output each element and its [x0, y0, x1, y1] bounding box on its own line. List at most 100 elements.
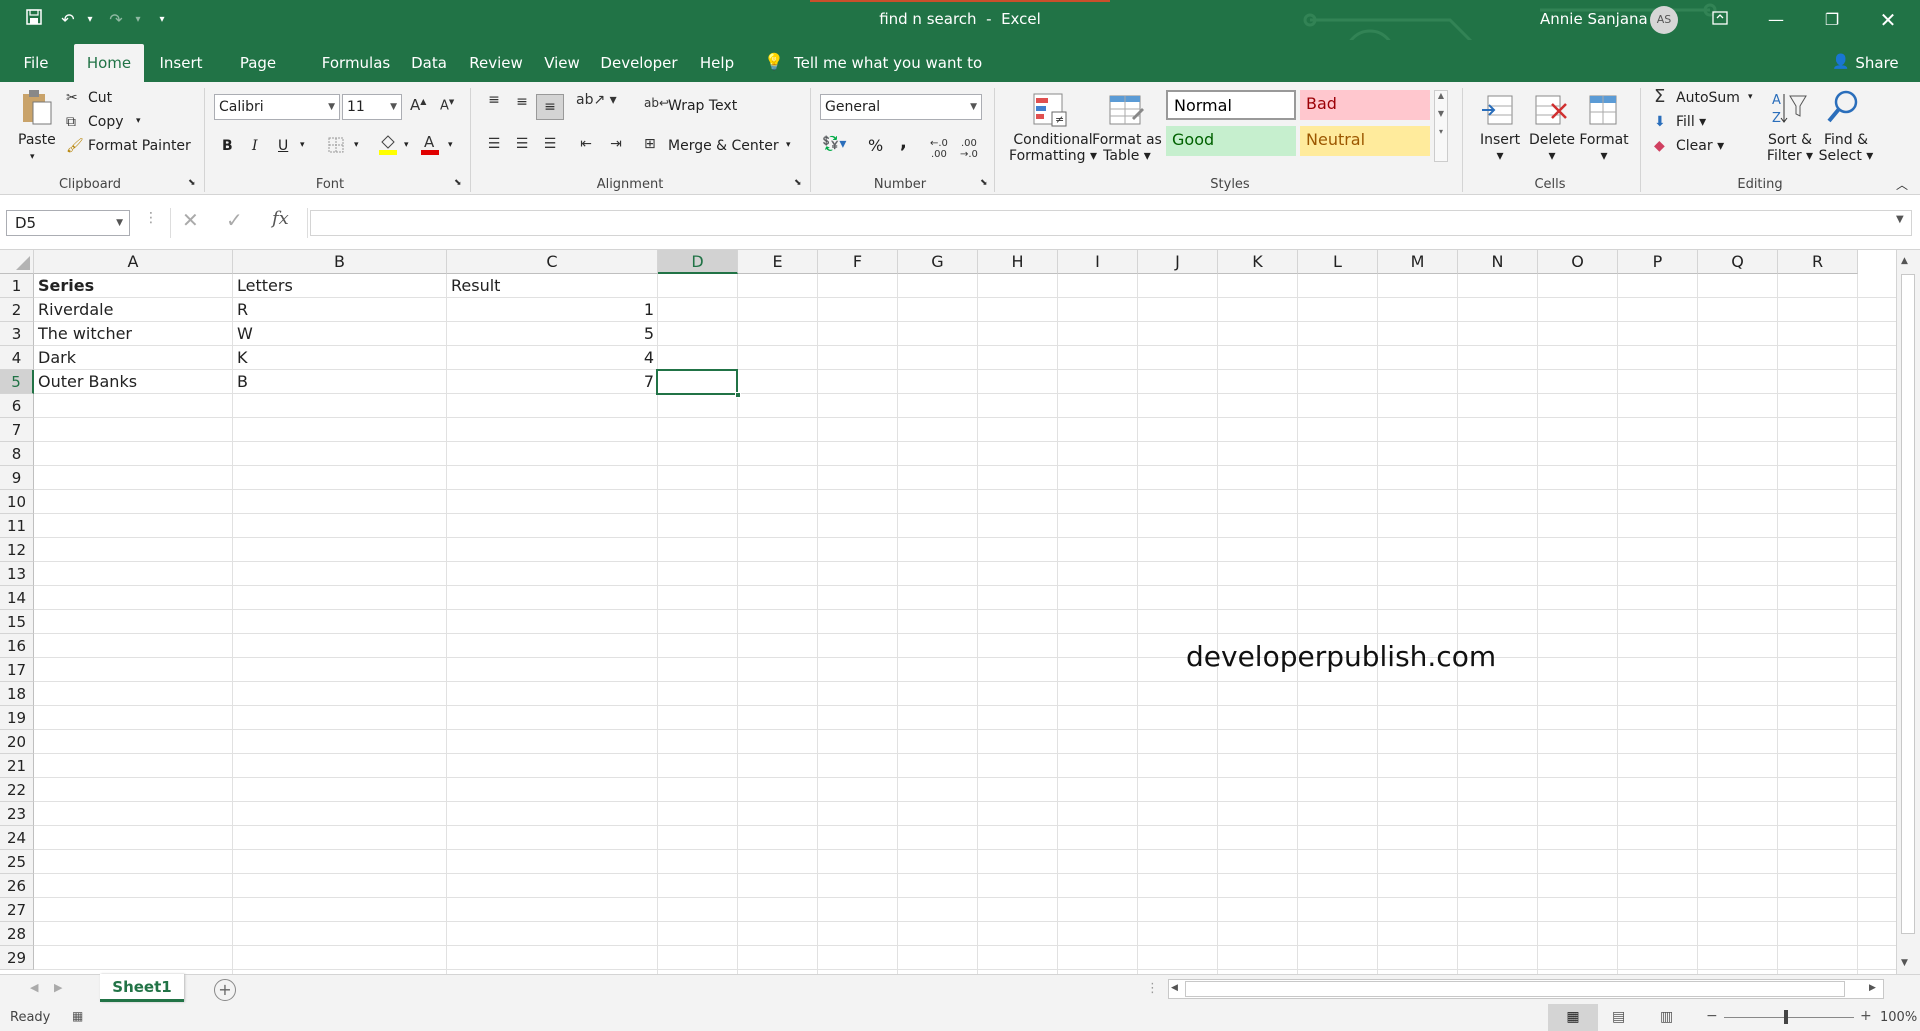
- select-all-corner[interactable]: [0, 250, 34, 274]
- autosum-dropdown-icon[interactable]: ▾: [1748, 92, 1753, 102]
- comma-button[interactable]: ,: [900, 132, 907, 153]
- row-header-7[interactable]: 7: [0, 418, 34, 442]
- underline-dropdown-icon[interactable]: ▾: [300, 140, 305, 150]
- style-normal[interactable]: Normal: [1166, 90, 1296, 120]
- cancel-edit-icon[interactable]: ✕: [182, 208, 199, 232]
- align-left-icon[interactable]: ☰: [482, 136, 506, 152]
- tell-me-search[interactable]: Tell me what you want to do: [794, 44, 994, 110]
- tab-formulas[interactable]: Formulas: [316, 44, 396, 82]
- row-header-3[interactable]: 3: [0, 322, 34, 346]
- tab-page-layout[interactable]: Page Layout: [212, 44, 304, 110]
- find-select-button[interactable]: Find & Select ▾: [1818, 132, 1874, 164]
- row-header-22[interactable]: 22: [0, 778, 34, 802]
- alignment-launcher-icon[interactable]: ⬊: [794, 178, 802, 188]
- column-header-b[interactable]: B: [233, 250, 447, 274]
- collapse-ribbon-icon[interactable]: ︿: [1896, 176, 1908, 193]
- increase-font-icon[interactable]: A▲: [410, 96, 426, 114]
- align-center-icon[interactable]: ☰: [510, 136, 534, 152]
- format-as-table-button[interactable]: Format as Table ▾: [1088, 132, 1166, 164]
- row-header-20[interactable]: 20: [0, 730, 34, 754]
- italic-button[interactable]: I: [252, 138, 258, 154]
- confirm-edit-icon[interactable]: ✓: [226, 208, 243, 232]
- horizontal-scrollbar[interactable]: ◀ ▶: [1168, 979, 1884, 999]
- style-good[interactable]: Good: [1166, 126, 1296, 156]
- row-header-15[interactable]: 15: [0, 610, 34, 634]
- row-header-2[interactable]: 2: [0, 298, 34, 322]
- tab-split-grip-icon[interactable]: ⋮: [1146, 981, 1159, 996]
- cell-a4[interactable]: Dark: [34, 346, 233, 370]
- fill-button[interactable]: Fill ▾: [1676, 114, 1706, 130]
- increase-indent-icon[interactable]: ⇥: [604, 136, 628, 152]
- scroll-left-icon[interactable]: ◀: [1171, 983, 1178, 993]
- column-header-k[interactable]: K: [1218, 250, 1298, 274]
- row-header-11[interactable]: 11: [0, 514, 34, 538]
- column-header-a[interactable]: A: [34, 250, 233, 274]
- cell-b3[interactable]: W: [233, 322, 447, 346]
- cell-c3[interactable]: 5: [447, 322, 658, 346]
- paste-dropdown-icon[interactable]: ▾: [30, 152, 35, 162]
- row-header-23[interactable]: 23: [0, 802, 34, 826]
- tab-insert[interactable]: Insert: [148, 44, 214, 82]
- column-header-o[interactable]: O: [1538, 250, 1618, 274]
- tab-help[interactable]: Help: [692, 44, 742, 82]
- row-header-5[interactable]: 5: [0, 370, 34, 394]
- normal-view-icon[interactable]: ▦: [1548, 1004, 1598, 1031]
- percent-button[interactable]: %: [868, 136, 883, 155]
- sort-filter-button[interactable]: Sort & Filter ▾: [1762, 132, 1818, 164]
- scroll-right-icon[interactable]: ▶: [1869, 983, 1876, 993]
- minimize-icon[interactable]: —: [1748, 0, 1804, 40]
- clipboard-launcher-icon[interactable]: ⬊: [188, 178, 196, 188]
- prev-sheet-icon[interactable]: ◀: [30, 981, 38, 994]
- row-header-19[interactable]: 19: [0, 706, 34, 730]
- restore-icon[interactable]: ❐: [1804, 0, 1860, 40]
- macro-recording-icon[interactable]: ▦: [72, 1009, 83, 1023]
- row-header-9[interactable]: 9: [0, 466, 34, 490]
- tab-developer[interactable]: Developer: [596, 44, 682, 82]
- column-header-f[interactable]: F: [818, 250, 898, 274]
- tab-file[interactable]: File: [10, 44, 62, 82]
- style-neutral[interactable]: Neutral: [1300, 126, 1430, 156]
- format-painter-button[interactable]: Format Painter: [88, 138, 191, 154]
- column-header-p[interactable]: P: [1618, 250, 1698, 274]
- page-break-view-icon[interactable]: ▥: [1660, 1009, 1673, 1025]
- increase-decimal-icon[interactable]: ←.0.00: [930, 138, 948, 160]
- column-header-d[interactable]: D: [658, 250, 738, 274]
- copy-dropdown-icon[interactable]: ▾: [136, 116, 141, 126]
- fill-color-dropdown-icon[interactable]: ▾: [404, 140, 409, 150]
- decrease-decimal-icon[interactable]: .00 →.0: [960, 138, 978, 160]
- column-header-r[interactable]: R: [1778, 250, 1858, 274]
- scroll-up-icon[interactable]: ▲: [1901, 256, 1908, 266]
- top-align-icon[interactable]: ≡: [482, 92, 506, 108]
- formula-input[interactable]: [310, 210, 1912, 236]
- cell-a1[interactable]: Series: [34, 274, 233, 298]
- zoom-out-icon[interactable]: −: [1706, 1008, 1718, 1024]
- decrease-indent-icon[interactable]: ⇤: [574, 136, 598, 152]
- ribbon-display-options-icon[interactable]: [1692, 0, 1748, 40]
- tab-home[interactable]: Home: [74, 44, 144, 82]
- scroll-down-icon[interactable]: ▼: [1901, 958, 1908, 968]
- align-right-icon[interactable]: ☰: [538, 136, 562, 152]
- new-sheet-icon[interactable]: +: [214, 979, 236, 1001]
- row-header-1[interactable]: 1: [0, 274, 34, 298]
- cut-button[interactable]: Cut: [88, 90, 112, 106]
- paste-icon[interactable]: [18, 88, 54, 126]
- column-header-l[interactable]: L: [1298, 250, 1378, 274]
- row-header-14[interactable]: 14: [0, 586, 34, 610]
- style-bad[interactable]: Bad: [1300, 90, 1430, 120]
- worksheet-grid[interactable]: A B C D E F G H I J K L M N O P Q R 1 2 3 4 5 6 7 8 9 10 11 12 13 14 15 1…: [0, 250, 1896, 974]
- zoom-level[interactable]: 100%: [1880, 1010, 1917, 1025]
- column-header-q[interactable]: Q: [1698, 250, 1778, 274]
- borders-icon[interactable]: [326, 136, 346, 156]
- name-box[interactable]: D5 ▼: [6, 210, 130, 236]
- undo-dropdown-icon[interactable]: ▾: [78, 8, 102, 32]
- column-header-g[interactable]: G: [898, 250, 978, 274]
- merge-dropdown-icon[interactable]: ▾: [786, 140, 791, 150]
- cell-c1[interactable]: Result: [447, 274, 658, 298]
- zoom-slider[interactable]: [1724, 1017, 1854, 1018]
- font-color-icon[interactable]: A: [420, 132, 440, 156]
- vertical-scroll-thumb[interactable]: [1901, 274, 1915, 934]
- row-header-16[interactable]: 16: [0, 634, 34, 658]
- fill-handle[interactable]: [735, 392, 741, 398]
- row-header-27[interactable]: 27: [0, 898, 34, 922]
- bold-button[interactable]: B: [222, 138, 233, 154]
